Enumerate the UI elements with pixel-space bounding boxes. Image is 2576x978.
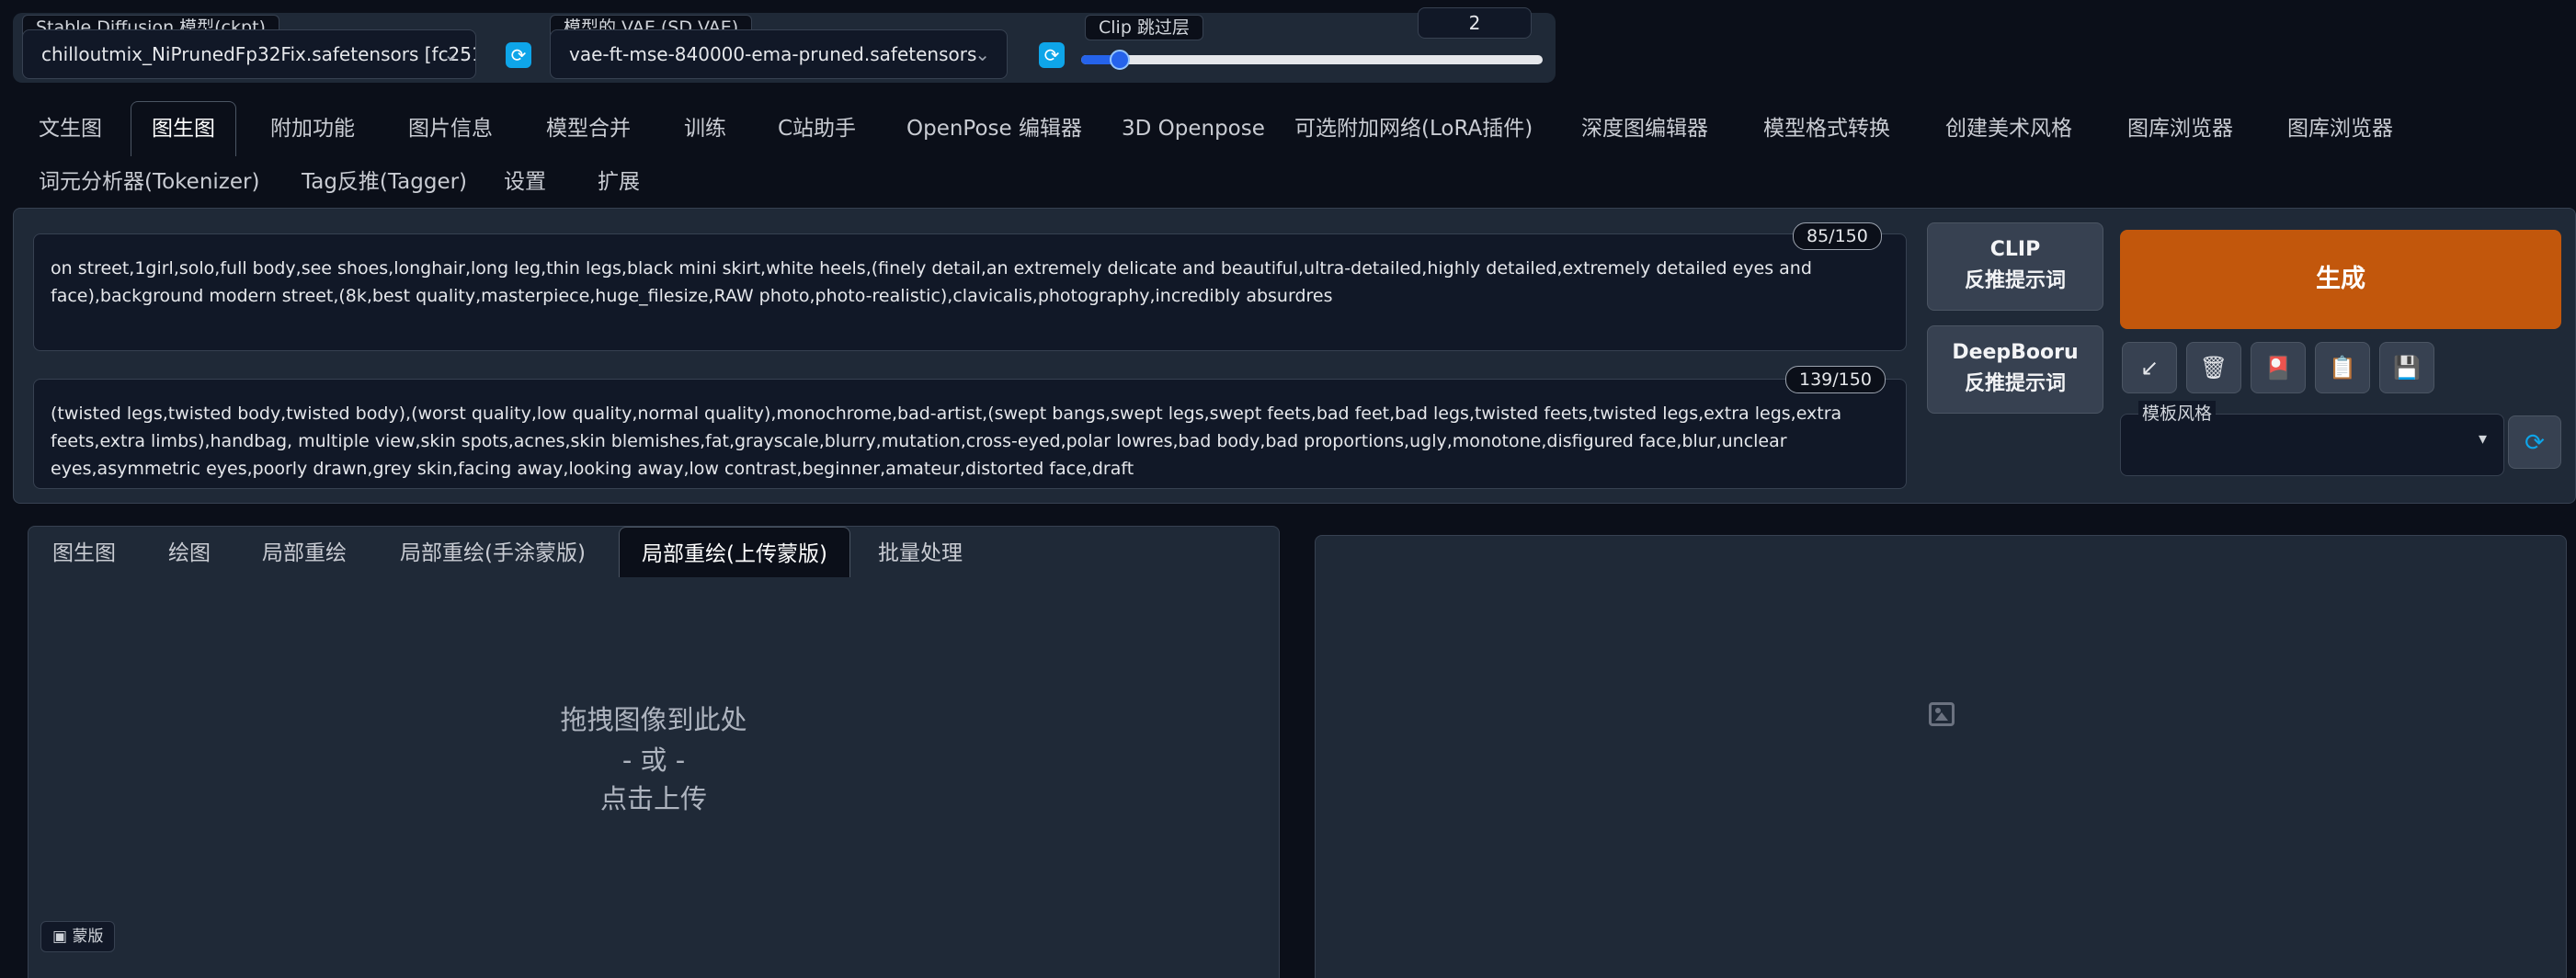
img2img-tab-3[interactable]: 局部重绘(手涂蒙版) [400, 527, 586, 580]
paste-params-button[interactable]: ↙ [2122, 342, 2177, 393]
save-style-button[interactable]: 💾 [2379, 342, 2434, 393]
tab-8[interactable]: 3D Openpose [1122, 101, 1265, 156]
img2img-tab-2[interactable]: 局部重绘 [262, 527, 347, 580]
tab-1[interactable]: 图生图 [131, 101, 236, 156]
deepbooru-interrogate-button[interactable]: DeepBooru 反推提示词 [1927, 325, 2103, 414]
chevron-down-icon: ⌄ [975, 43, 990, 65]
mask-label: ▣ 蒙版 [40, 921, 116, 952]
generate-button[interactable]: 生成 [2120, 230, 2561, 329]
tab-9[interactable]: 可选附加网络(LoRA插件) [1294, 101, 1533, 156]
tab-6[interactable]: C站助手 [778, 101, 856, 156]
refresh-styles-button[interactable]: ⟳ [2508, 415, 2561, 469]
refresh-icon: ⟳ [510, 44, 527, 66]
upload-click-text[interactable]: 点击上传 [28, 778, 1280, 816]
refresh-icon: ⟳ [2525, 429, 2545, 457]
positive-prompt-textarea[interactable]: on street,1girl,solo,full body,see shoes… [33, 233, 1907, 351]
tab-13[interactable]: 图库浏览器 [2127, 101, 2233, 156]
styles-label: 模板风格 [2138, 401, 2217, 426]
image-icon [1929, 702, 1955, 726]
clip-interrogate-button[interactable]: CLIP 反推提示词 [1927, 222, 2103, 311]
tab-2[interactable]: 附加功能 [270, 101, 355, 156]
clip-skip-input[interactable]: 2 [1418, 7, 1532, 39]
clip-button-line2: 反推提示词 [1964, 269, 2066, 292]
img2img-tab-5[interactable]: 批量处理 [878, 527, 963, 580]
ckpt-value: chilloutmix_NiPrunedFp32Fix.safetensors … [41, 43, 476, 65]
refresh-ckpt-button[interactable]: ⟳ [506, 42, 531, 68]
refresh-vae-button[interactable]: ⟳ [1039, 42, 1065, 68]
output-gallery [1315, 535, 2567, 978]
tab-12[interactable]: 创建美术风格 [1945, 101, 2072, 156]
tab-16[interactable]: Tag反推(Tagger) [302, 154, 467, 210]
img2img-tab-0[interactable]: 图生图 [52, 527, 116, 580]
tab-15[interactable]: 词元分析器(Tokenizer) [39, 154, 259, 210]
vae-value: vae-ft-mse-840000-ema-pruned.safetensors [569, 43, 977, 65]
deepbooru-button-line1: DeepBooru [1952, 341, 2079, 364]
tab-0[interactable]: 文生图 [39, 101, 102, 156]
refresh-icon: ⟳ [1043, 44, 1060, 66]
tab-7[interactable]: OpenPose 编辑器 [906, 101, 1082, 156]
extra-networks-button[interactable]: 🎴 [2251, 342, 2306, 393]
negative-prompt-textarea[interactable]: (twisted legs,twisted body,twisted body)… [33, 379, 1907, 489]
negative-token-counter: 139/150 [1785, 366, 1886, 393]
clip-skip-slider[interactable] [1081, 50, 1543, 70]
tab-10[interactable]: 深度图编辑器 [1581, 101, 1708, 156]
clip-skip-slider-thumb[interactable] [1109, 50, 1130, 70]
clear-prompt-button[interactable]: 🗑 [2186, 342, 2241, 393]
chevron-down-icon: ▾ [2478, 429, 2487, 449]
tab-5[interactable]: 训练 [684, 101, 726, 156]
deepbooru-button-line2: 反推提示词 [1964, 372, 2066, 395]
img2img-tab-4[interactable]: 局部重绘(上传蒙版) [619, 527, 850, 582]
img2img-tabs: 图生图 绘图 局部重绘 局部重绘(手涂蒙版) 局部重绘(上传蒙版) 批量处理 [28, 526, 1280, 582]
img2img-tab-1[interactable]: 绘图 [168, 527, 211, 580]
positive-token-counter: 85/150 [1793, 222, 1882, 250]
tab-14[interactable]: 图库浏览器 [2287, 101, 2393, 156]
image-icon: ▣ [52, 927, 68, 946]
upload-drag-text: 拖拽图像到此处 [560, 704, 747, 735]
vae-dropdown[interactable]: vae-ft-mse-840000-ema-pruned.safetensors… [550, 29, 1008, 79]
tab-3[interactable]: 图片信息 [408, 101, 493, 156]
tab-11[interactable]: 模型格式转换 [1763, 101, 1890, 156]
tab-17[interactable]: 设置 [504, 154, 546, 210]
chevron-down-icon: ⌄ [443, 43, 459, 65]
tab-18[interactable]: 扩展 [598, 154, 640, 210]
clip-skip-label: Clip 跳过层 [1085, 15, 1203, 40]
tab-4[interactable]: 模型合并 [546, 101, 631, 156]
apply-style-button[interactable]: 📋 [2315, 342, 2370, 393]
clip-button-line1: CLIP [1989, 238, 2041, 261]
ckpt-dropdown[interactable]: chilloutmix_NiPrunedFp32Fix.safetensors … [22, 29, 476, 79]
upload-or-text: - 或 - [621, 745, 686, 776]
